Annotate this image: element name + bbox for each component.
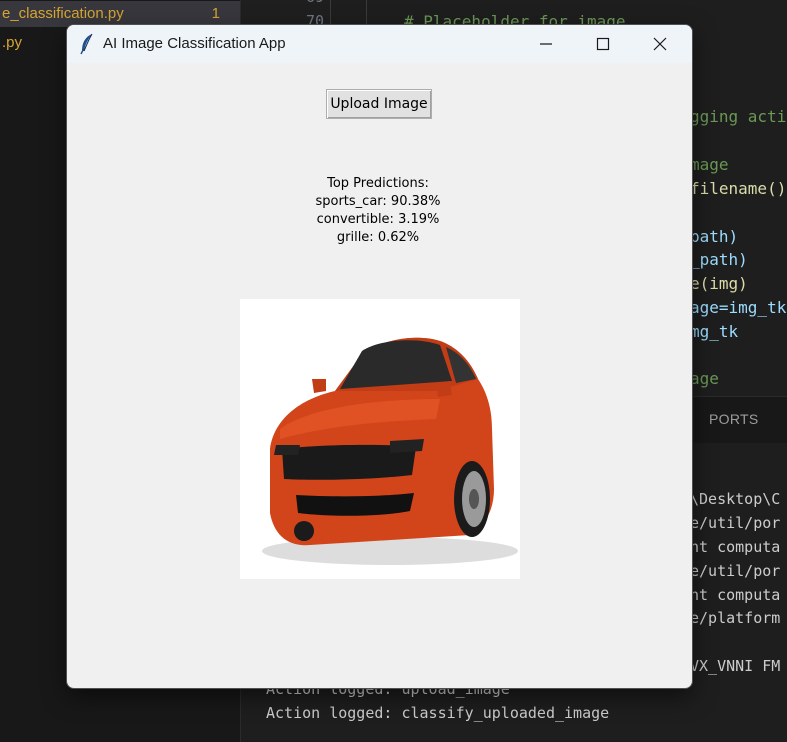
code-fragment: gging acti [690,107,787,126]
feather-icon [80,33,93,55]
code-fragment: mg_tk [690,322,739,341]
maximize-button[interactable] [580,25,626,63]
prediction-item: grille: 0.62% [336,230,420,245]
terminal-line: VX_VNNI FM [690,657,781,675]
code-fragment: age=img_tk [690,298,787,317]
tab-ports[interactable]: PORTS [709,411,758,427]
code-fragment: mage [690,155,729,174]
terminal-line: Action logged: classify_uploaded_image [266,704,610,722]
predictions-label: Top Predictions: sports_car: 90.38% conv… [267,175,489,247]
terminal-line: \Desktop\C [690,490,781,508]
file-name: e_classification.py [2,5,124,22]
code-fragment: path) [690,227,739,246]
problem-count-badge: 1 [211,5,220,22]
minimize-button[interactable] [523,25,569,63]
code-fragment: filename() [690,179,787,198]
panel-tab-bar: PORTS [690,396,787,443]
window-title: AI Image Classification App [103,35,286,52]
code-fragment: age [690,369,719,388]
terminal-line: nt computa [690,586,781,604]
minimize-icon [540,43,552,45]
terminal-line: e/platform [690,609,781,627]
title-bar[interactable]: AI Image Classification App [67,25,692,63]
app-window: AI Image Classification App Upload Image… [67,25,692,688]
terminal-line: e/util/por [690,514,781,532]
sports-car-image [262,337,518,565]
upload-image-button[interactable]: Upload Image [326,89,432,119]
line-number: 69 [306,0,324,6]
code-fragment: _path) [690,250,748,269]
code-fragment: e(img) [690,274,748,293]
terminal-line: nt computa [690,538,781,556]
close-icon [653,37,667,51]
uploaded-image-preview [240,299,520,579]
explorer-file-classification[interactable]: e_classification.py 1 [0,1,240,27]
close-button[interactable] [637,25,683,63]
terminal-line: e/util/por [690,562,781,580]
predictions-heading: Top Predictions: [327,176,429,191]
maximize-icon [596,37,610,51]
file-name: .py [2,34,23,51]
prediction-item: convertible: 3.19% [316,212,440,227]
prediction-item: sports_car: 90.38% [315,194,441,209]
